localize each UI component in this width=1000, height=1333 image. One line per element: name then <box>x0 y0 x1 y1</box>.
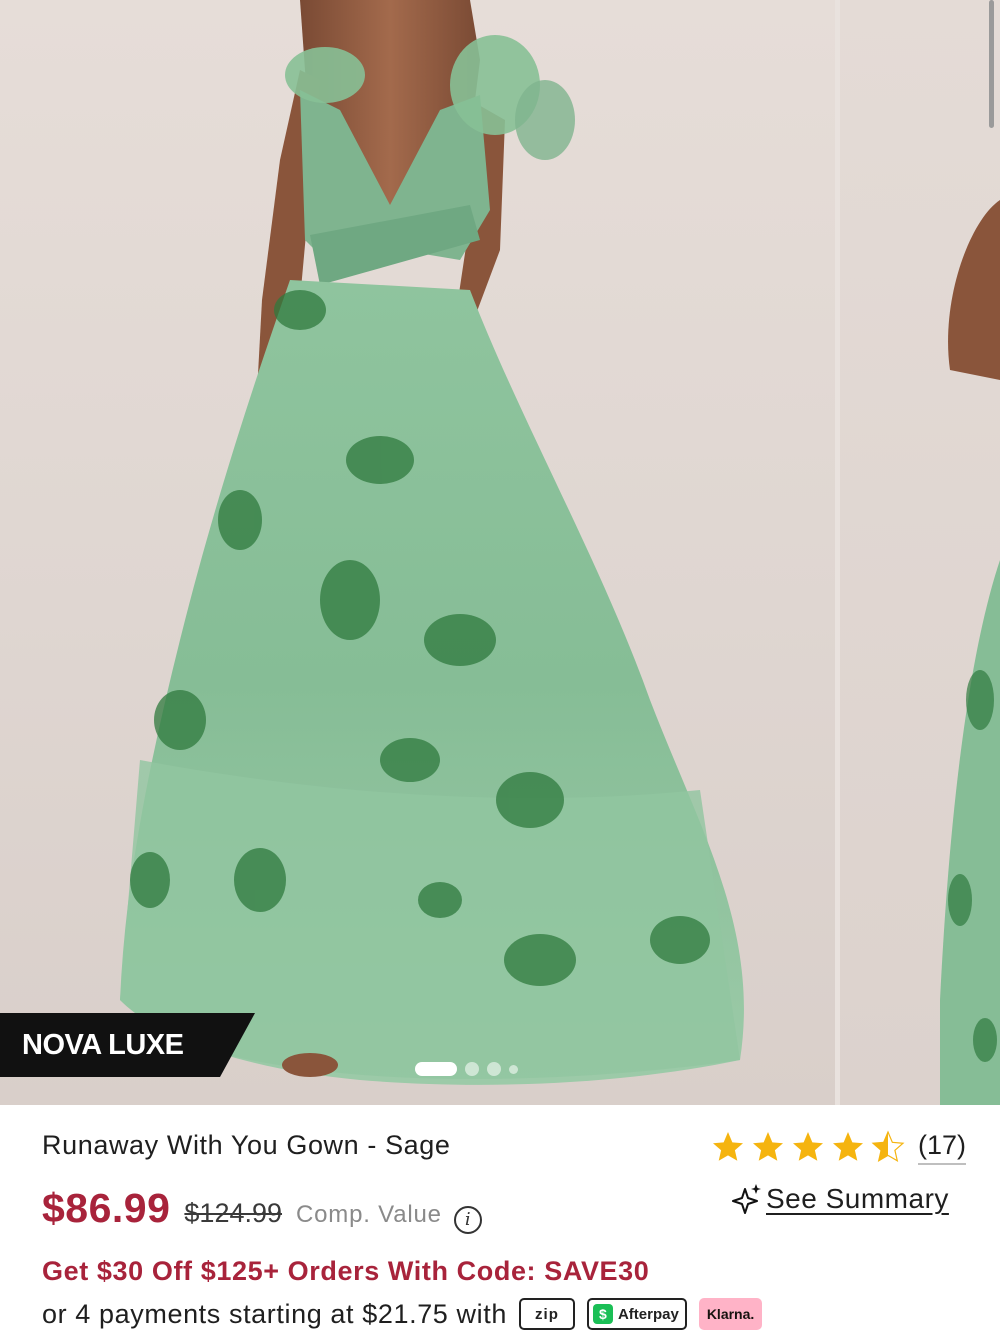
comp-price: $124.99 <box>184 1198 283 1228</box>
pagination-dot[interactable] <box>487 1062 501 1076</box>
half-star-icon <box>871 1130 905 1163</box>
sparkle-icon <box>732 1184 761 1214</box>
price-row: $86.99 $124.99 Comp. Value i <box>42 1185 482 1234</box>
product-image-gallery[interactable]: NOVA LUXE <box>0 0 1000 1105</box>
product-rating[interactable]: (17) <box>710 1129 967 1165</box>
sale-price: $86.99 <box>42 1185 171 1231</box>
review-count-link[interactable]: (17) <box>918 1130 967 1165</box>
product-info: Runaway With You Gown - Sage (17) $86.99… <box>0 1105 1000 1333</box>
pagination-dot[interactable] <box>465 1062 479 1076</box>
gallery-pagination[interactable] <box>415 1060 518 1078</box>
zip-badge[interactable]: zip <box>518 1298 575 1330</box>
pagination-dot-active[interactable] <box>415 1062 457 1076</box>
product-photo-main[interactable]: NOVA LUXE <box>0 0 835 1105</box>
pagination-dot[interactable] <box>509 1064 518 1074</box>
klarna-badge[interactable]: Klarna. <box>698 1298 763 1330</box>
afterpay-icon: $ <box>592 1304 613 1324</box>
star-icon <box>793 1132 823 1161</box>
afterpay-badge[interactable]: $ Afterpay <box>586 1298 687 1330</box>
afterpay-label: Afterpay <box>617 1305 679 1323</box>
page-scrollbar[interactable] <box>989 0 994 128</box>
product-photo-next[interactable] <box>840 0 1000 1105</box>
klarna-label: Klarna. <box>706 1306 755 1322</box>
see-summary-button[interactable]: See Summary <box>732 1183 949 1215</box>
installment-payments: or 4 payments starting at $21.75 with zi… <box>42 1298 763 1330</box>
comp-value-label: Comp. Value <box>296 1201 442 1228</box>
brand-label: NOVA LUXE <box>22 1029 184 1061</box>
see-summary-link[interactable]: See Summary <box>766 1183 949 1215</box>
star-icon <box>713 1132 743 1161</box>
product-title: Runaway With You Gown - Sage <box>42 1130 451 1160</box>
info-icon[interactable]: i <box>453 1205 482 1234</box>
star-icon <box>753 1132 783 1161</box>
promo-banner[interactable]: Get $30 Off $125+ Orders With Code: SAVE… <box>42 1256 649 1287</box>
zip-label: zip <box>535 1305 559 1323</box>
brand-tag: NOVA LUXE <box>0 1013 255 1077</box>
payments-text: or 4 payments starting at $21.75 with <box>42 1298 507 1329</box>
star-icon <box>833 1132 863 1161</box>
